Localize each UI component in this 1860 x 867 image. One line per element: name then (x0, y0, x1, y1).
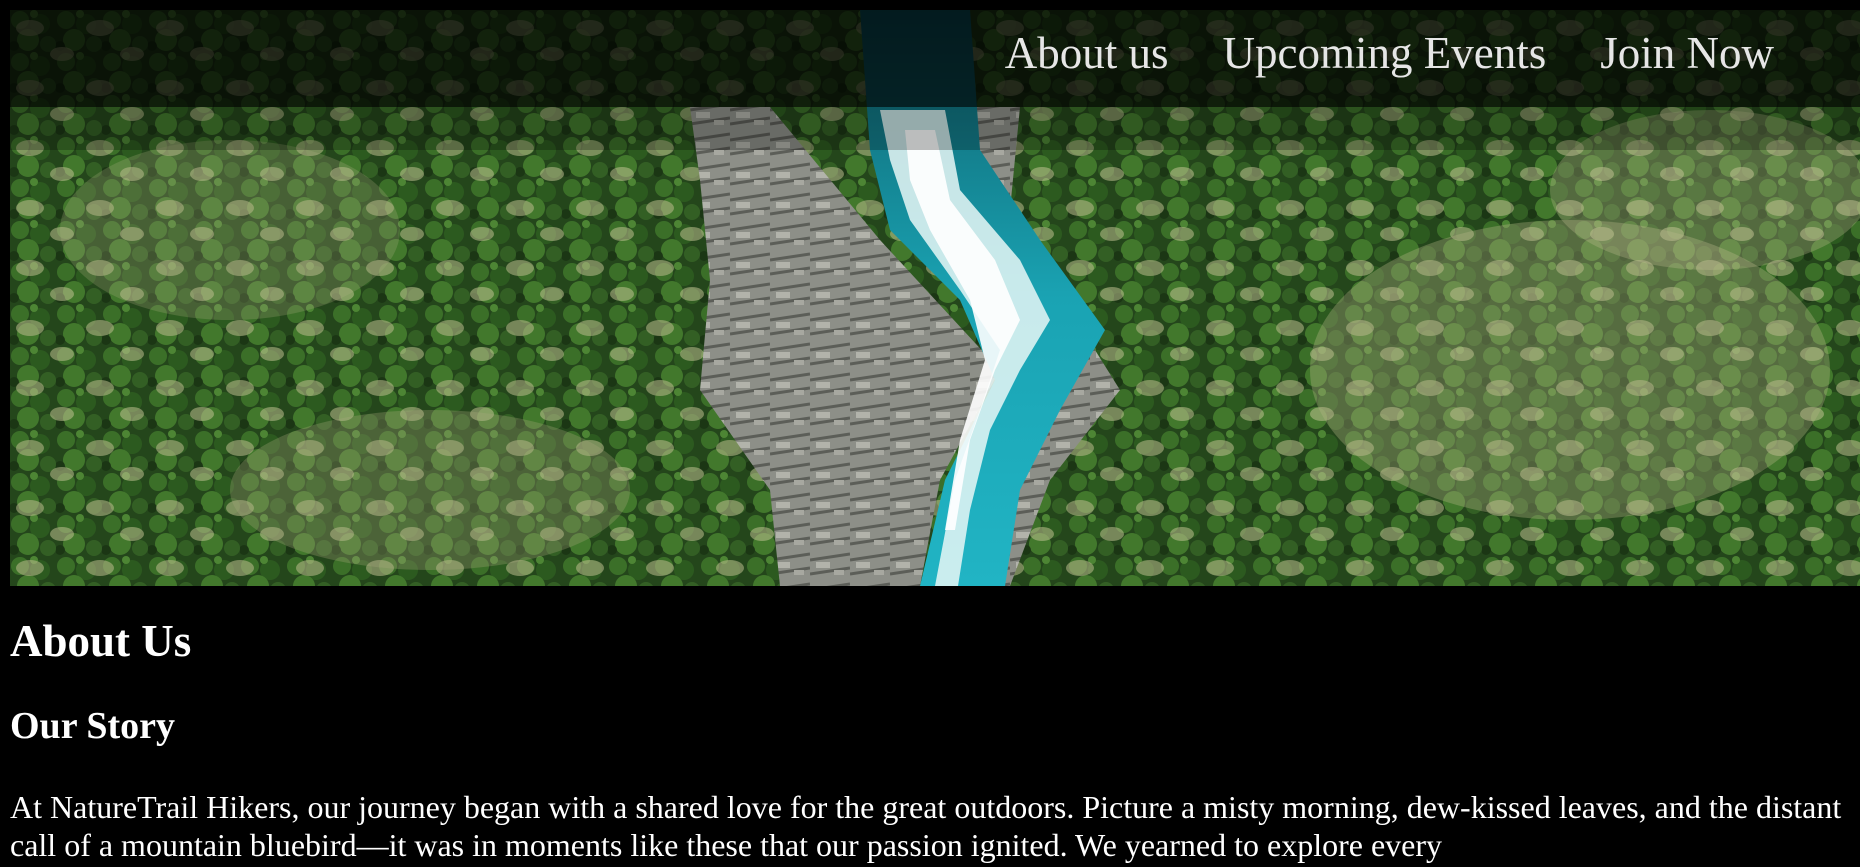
nav-link-about-us[interactable]: About us (1005, 27, 1169, 79)
top-navbar: About us Upcoming Events Join Now (10, 10, 1860, 107)
hero-banner: About us Upcoming Events Join Now (10, 10, 1860, 586)
nav-link-upcoming-events[interactable]: Upcoming Events (1223, 27, 1547, 79)
main-content: About Us Our Story At NatureTrail Hikers… (10, 586, 1860, 864)
nav-link-join-now[interactable]: Join Now (1600, 27, 1774, 79)
story-paragraph: At NatureTrail Hikers, our journey began… (10, 789, 1842, 863)
section-heading-our-story: Our Story (10, 705, 176, 747)
page-title: About Us (10, 616, 192, 666)
nav-links: About us Upcoming Events Join Now (1005, 10, 1774, 96)
